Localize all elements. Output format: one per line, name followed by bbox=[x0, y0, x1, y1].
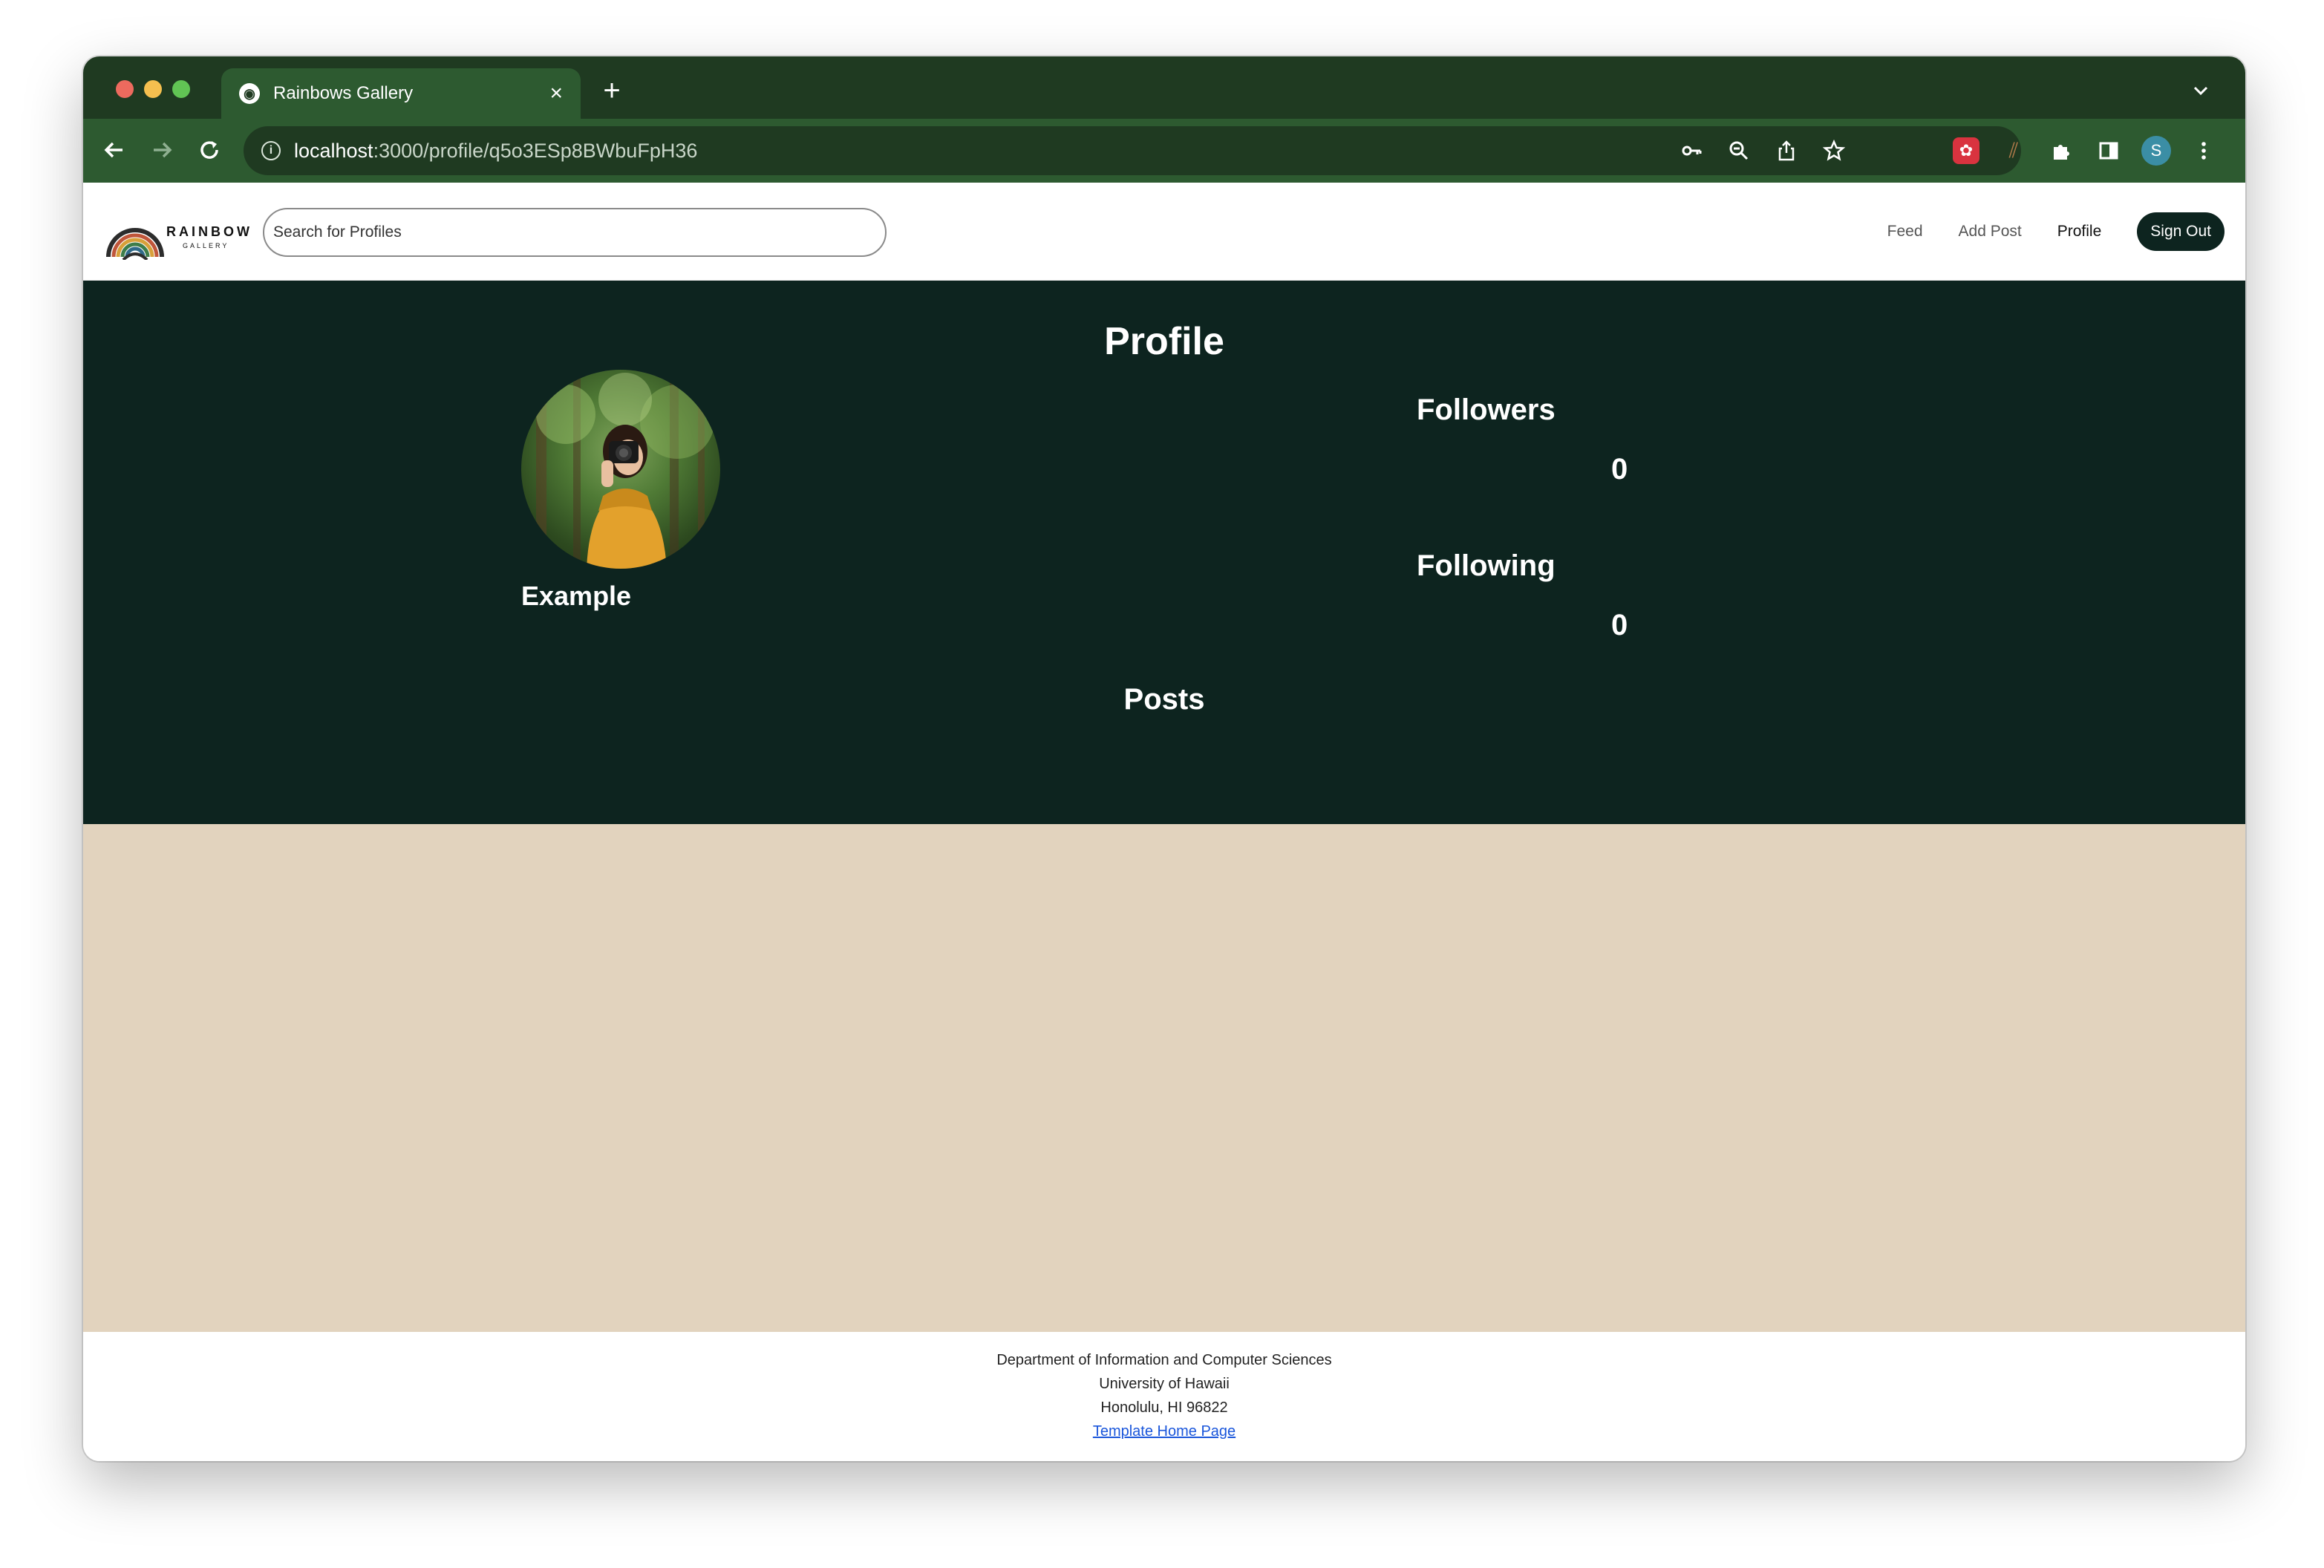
nav-link-add-post[interactable]: Add Post bbox=[1959, 223, 2022, 241]
followers-count: 0 bbox=[1611, 453, 1628, 486]
profile-avatar[interactable]: S bbox=[2132, 132, 2180, 169]
avatar-initial: S bbox=[2141, 136, 2171, 166]
minimize-window-button[interactable] bbox=[144, 80, 162, 98]
search-input[interactable] bbox=[263, 208, 887, 257]
star-icon[interactable] bbox=[1810, 126, 1858, 175]
url-path: :3000/profile/q5o3ESp8BWbuFpH36 bbox=[373, 139, 698, 162]
key-icon[interactable] bbox=[1668, 126, 1715, 175]
posts-heading: Posts bbox=[1123, 683, 1205, 716]
tab-title: Rainbows Gallery bbox=[273, 83, 414, 103]
reload-icon[interactable] bbox=[193, 134, 226, 166]
logo-word: RAINBOW bbox=[166, 224, 252, 239]
site-navbar: RAINBOW GALLERY Feed Add Post Profile Si… bbox=[83, 183, 2245, 281]
extensions-area: ✿ ⫽ S bbox=[1942, 132, 2227, 169]
site-footer: Department of Information and Computer S… bbox=[83, 1332, 2245, 1461]
close-icon[interactable]: × bbox=[549, 82, 563, 105]
kebab-menu-icon[interactable] bbox=[2180, 132, 2227, 169]
browser-tab[interactable]: ◉ Rainbows Gallery × bbox=[221, 68, 581, 119]
footer-address: Honolulu, HI 96822 bbox=[1100, 1399, 1228, 1416]
back-icon[interactable] bbox=[98, 134, 131, 166]
following-count: 0 bbox=[1611, 609, 1628, 641]
sign-out-button[interactable]: Sign Out bbox=[2137, 212, 2225, 251]
rainbow-gallery-logo[interactable]: RAINBOW GALLERY bbox=[104, 203, 249, 260]
forward-icon[interactable] bbox=[146, 134, 178, 166]
url-text: localhost:3000/profile/q5o3ESp8BWbuFpH36 bbox=[294, 140, 697, 163]
following-label: Following bbox=[1417, 549, 1556, 582]
close-window-button[interactable] bbox=[116, 80, 134, 98]
browser-toolbar: i localhost:3000/profile/q5o3ESp8BWbuFpH… bbox=[83, 119, 2245, 183]
posts-area bbox=[83, 824, 2245, 1332]
chevron-down-icon[interactable] bbox=[2186, 76, 2216, 105]
nav-links: Feed Add Post Profile Sign Out bbox=[1887, 212, 2225, 251]
profile-section: Profile Example Followers 0 Following 0 … bbox=[83, 281, 2245, 824]
zoom-icon[interactable] bbox=[1715, 126, 1763, 175]
address-bar[interactable]: i localhost:3000/profile/q5o3ESp8BWbuFpH… bbox=[244, 126, 2021, 175]
puzzle-icon[interactable] bbox=[2037, 132, 2085, 169]
footer-department: Department of Information and Computer S… bbox=[996, 1352, 1332, 1368]
profile-username: Example bbox=[521, 581, 632, 611]
nav-link-profile[interactable]: Profile bbox=[2057, 223, 2102, 241]
profile-picture bbox=[521, 370, 720, 569]
sidebar-icon[interactable] bbox=[2085, 132, 2132, 169]
extension-red-icon[interactable]: ✿ bbox=[1942, 132, 1990, 169]
camera-icon: ◉ bbox=[239, 83, 260, 104]
followers-label: Followers bbox=[1417, 393, 1556, 426]
nav-link-feed[interactable]: Feed bbox=[1887, 223, 1923, 241]
url-host: localhost bbox=[294, 139, 373, 162]
tab-bar: ◉ Rainbows Gallery × + bbox=[83, 56, 2245, 119]
logo-subtitle: GALLERY bbox=[183, 242, 229, 249]
footer-university: University of Hawaii bbox=[1099, 1376, 1230, 1392]
browser-window: ◉ Rainbows Gallery × + i localhost:3000/… bbox=[83, 56, 2245, 1461]
page-title: Profile bbox=[1104, 320, 1224, 363]
extension-brush-icon[interactable]: ⫽ bbox=[1990, 132, 2037, 169]
share-icon[interactable] bbox=[1763, 126, 1810, 175]
page-viewport: RAINBOW GALLERY Feed Add Post Profile Si… bbox=[83, 183, 2245, 1461]
info-icon[interactable]: i bbox=[261, 141, 281, 160]
new-tab-button[interactable]: + bbox=[595, 74, 628, 107]
template-home-link[interactable]: Template Home Page bbox=[1093, 1423, 1236, 1440]
maximize-window-button[interactable] bbox=[172, 80, 190, 98]
